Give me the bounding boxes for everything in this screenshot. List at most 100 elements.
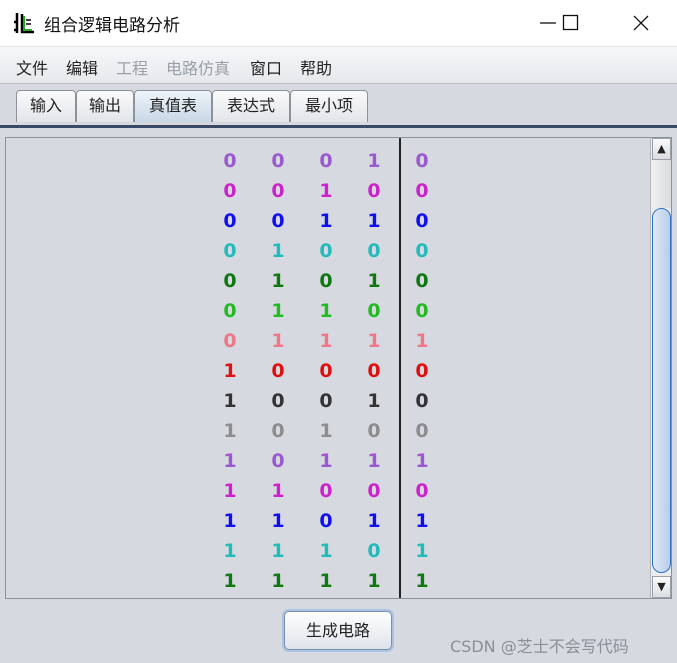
input-cell: 1	[271, 240, 285, 262]
input-cell: 0	[319, 510, 333, 532]
table-row: 1 0 0 0 0	[6, 360, 446, 390]
watermark: CSDN @芝士不会写代码	[450, 637, 629, 656]
input-cell: 1	[367, 210, 381, 232]
input-cell: 1	[367, 150, 381, 172]
scroll-thumb[interactable]	[652, 208, 671, 573]
down-arrow-icon: ▼	[657, 580, 666, 593]
maximize-icon	[562, 14, 579, 31]
input-cell: 1	[223, 450, 237, 472]
menu-file[interactable]: 文件	[16, 55, 48, 79]
close-icon	[633, 15, 649, 31]
output-cell[interactable]: 0	[410, 390, 434, 412]
input-cell: 1	[367, 270, 381, 292]
tab-output[interactable]: 输出	[76, 90, 134, 122]
input-cell: 0	[367, 300, 381, 322]
output-cell[interactable]: 0	[410, 240, 434, 262]
menu-project[interactable]: 工程	[116, 55, 148, 79]
table-row: 1 0 1 1 1	[6, 450, 446, 480]
input-cell: 0	[367, 480, 381, 502]
input-cell: 1	[319, 570, 333, 592]
output-cell[interactable]: 1	[410, 540, 434, 562]
table-cell-partial: 0	[314, 138, 338, 142]
input-cell: 0	[367, 540, 381, 562]
generate-circuit-button[interactable]: 生成电路	[284, 611, 392, 650]
output-cell[interactable]: 1	[410, 510, 434, 532]
window-title: 组合逻辑电路分析	[44, 16, 180, 36]
tab-truth-table[interactable]: 真值表	[134, 90, 212, 122]
output-cell[interactable]: 0	[410, 300, 434, 322]
output-cell[interactable]: 0	[410, 420, 434, 442]
circuit-icon	[14, 13, 34, 34]
output-cell[interactable]: 0	[410, 180, 434, 202]
input-cell: 1	[367, 390, 381, 412]
scroll-up-button[interactable]: ▲	[652, 138, 671, 160]
table-row: 0 0 1 0 0	[6, 180, 446, 210]
table-row: 1 1 1 1 1	[6, 570, 446, 598]
tab-minterms[interactable]: 最小项	[290, 90, 368, 122]
menu-simulate[interactable]: 电路仿真	[166, 55, 230, 79]
input-cell: 1	[223, 390, 237, 412]
table-row: 1 1 1 0 1	[6, 540, 446, 570]
input-cell: 1	[223, 570, 237, 592]
menu-window[interactable]: 窗口	[250, 55, 282, 79]
input-cell: 1	[223, 480, 237, 502]
tab-input[interactable]: 输入	[16, 90, 76, 122]
output-cell[interactable]: 0	[410, 270, 434, 292]
scroll-track[interactable]	[652, 160, 671, 208]
title-bar: 组合逻辑电路分析	[0, 0, 677, 47]
input-cell: 0	[271, 450, 285, 472]
table-row: 1 1 0 1 1	[6, 510, 446, 540]
input-cell: 1	[319, 420, 333, 442]
input-cell: 1	[223, 420, 237, 442]
input-cell: 1	[271, 510, 285, 532]
output-cell[interactable]: 0	[410, 480, 434, 502]
table-row: 0 1 0 0 0	[6, 240, 446, 270]
maximize-button[interactable]	[548, 0, 594, 46]
input-cell: 0	[367, 180, 381, 202]
menu-help[interactable]: 帮助	[300, 55, 332, 79]
menu-edit[interactable]: 编辑	[66, 55, 98, 79]
input-cell: 0	[223, 150, 237, 172]
table-row: 1 0 0 1 0	[6, 390, 446, 420]
input-cell: 0	[271, 360, 285, 382]
output-cell[interactable]: 0	[410, 150, 434, 172]
output-cell[interactable]: 1	[410, 330, 434, 352]
vertical-scrollbar[interactable]: ▲ ▼	[650, 138, 671, 598]
menu-bar: 文件 编辑 工程 电路仿真 窗口 帮助	[0, 47, 677, 84]
input-cell: 0	[367, 420, 381, 442]
input-cell: 1	[271, 480, 285, 502]
scroll-down-button[interactable]: ▼	[652, 576, 671, 598]
table-row: 1 1 0 0 0	[6, 480, 446, 510]
close-button[interactable]	[618, 0, 664, 46]
input-cell: 1	[223, 540, 237, 562]
input-cell: 0	[223, 180, 237, 202]
output-cell[interactable]: 0	[410, 360, 434, 382]
table-row: 0 0 0 1 0	[6, 150, 446, 180]
output-cell[interactable]: 1	[410, 570, 434, 592]
table-row-partial: 0 0 0 0 0	[6, 138, 446, 150]
input-cell: 1	[367, 570, 381, 592]
input-cell: 1	[223, 510, 237, 532]
table-cell-partial: 0	[410, 138, 434, 142]
input-cell: 1	[367, 330, 381, 352]
table-row: 0 0 1 1 0	[6, 210, 446, 240]
table-cell-partial: 0	[218, 138, 242, 142]
tab-expression[interactable]: 表达式	[212, 90, 290, 122]
input-cell: 0	[319, 390, 333, 412]
tab-underline	[0, 125, 677, 128]
output-cell[interactable]: 0	[410, 210, 434, 232]
table-cell-partial: 0	[362, 138, 386, 142]
input-cell: 1	[319, 540, 333, 562]
table-cell-partial: 0	[266, 138, 290, 142]
input-cell: 1	[367, 510, 381, 532]
tab-bar: 输入 输出 真值表 表达式 最小项	[0, 84, 677, 128]
output-cell[interactable]: 1	[410, 450, 434, 472]
table-row: 0 1 1 0 0	[6, 300, 446, 330]
input-cell: 0	[319, 240, 333, 262]
input-cell: 1	[319, 210, 333, 232]
input-cell: 1	[367, 450, 381, 472]
input-cell: 1	[271, 570, 285, 592]
input-cell: 0	[223, 330, 237, 352]
table-row: 1 0 1 0 0	[6, 420, 446, 450]
input-cell: 1	[319, 450, 333, 472]
